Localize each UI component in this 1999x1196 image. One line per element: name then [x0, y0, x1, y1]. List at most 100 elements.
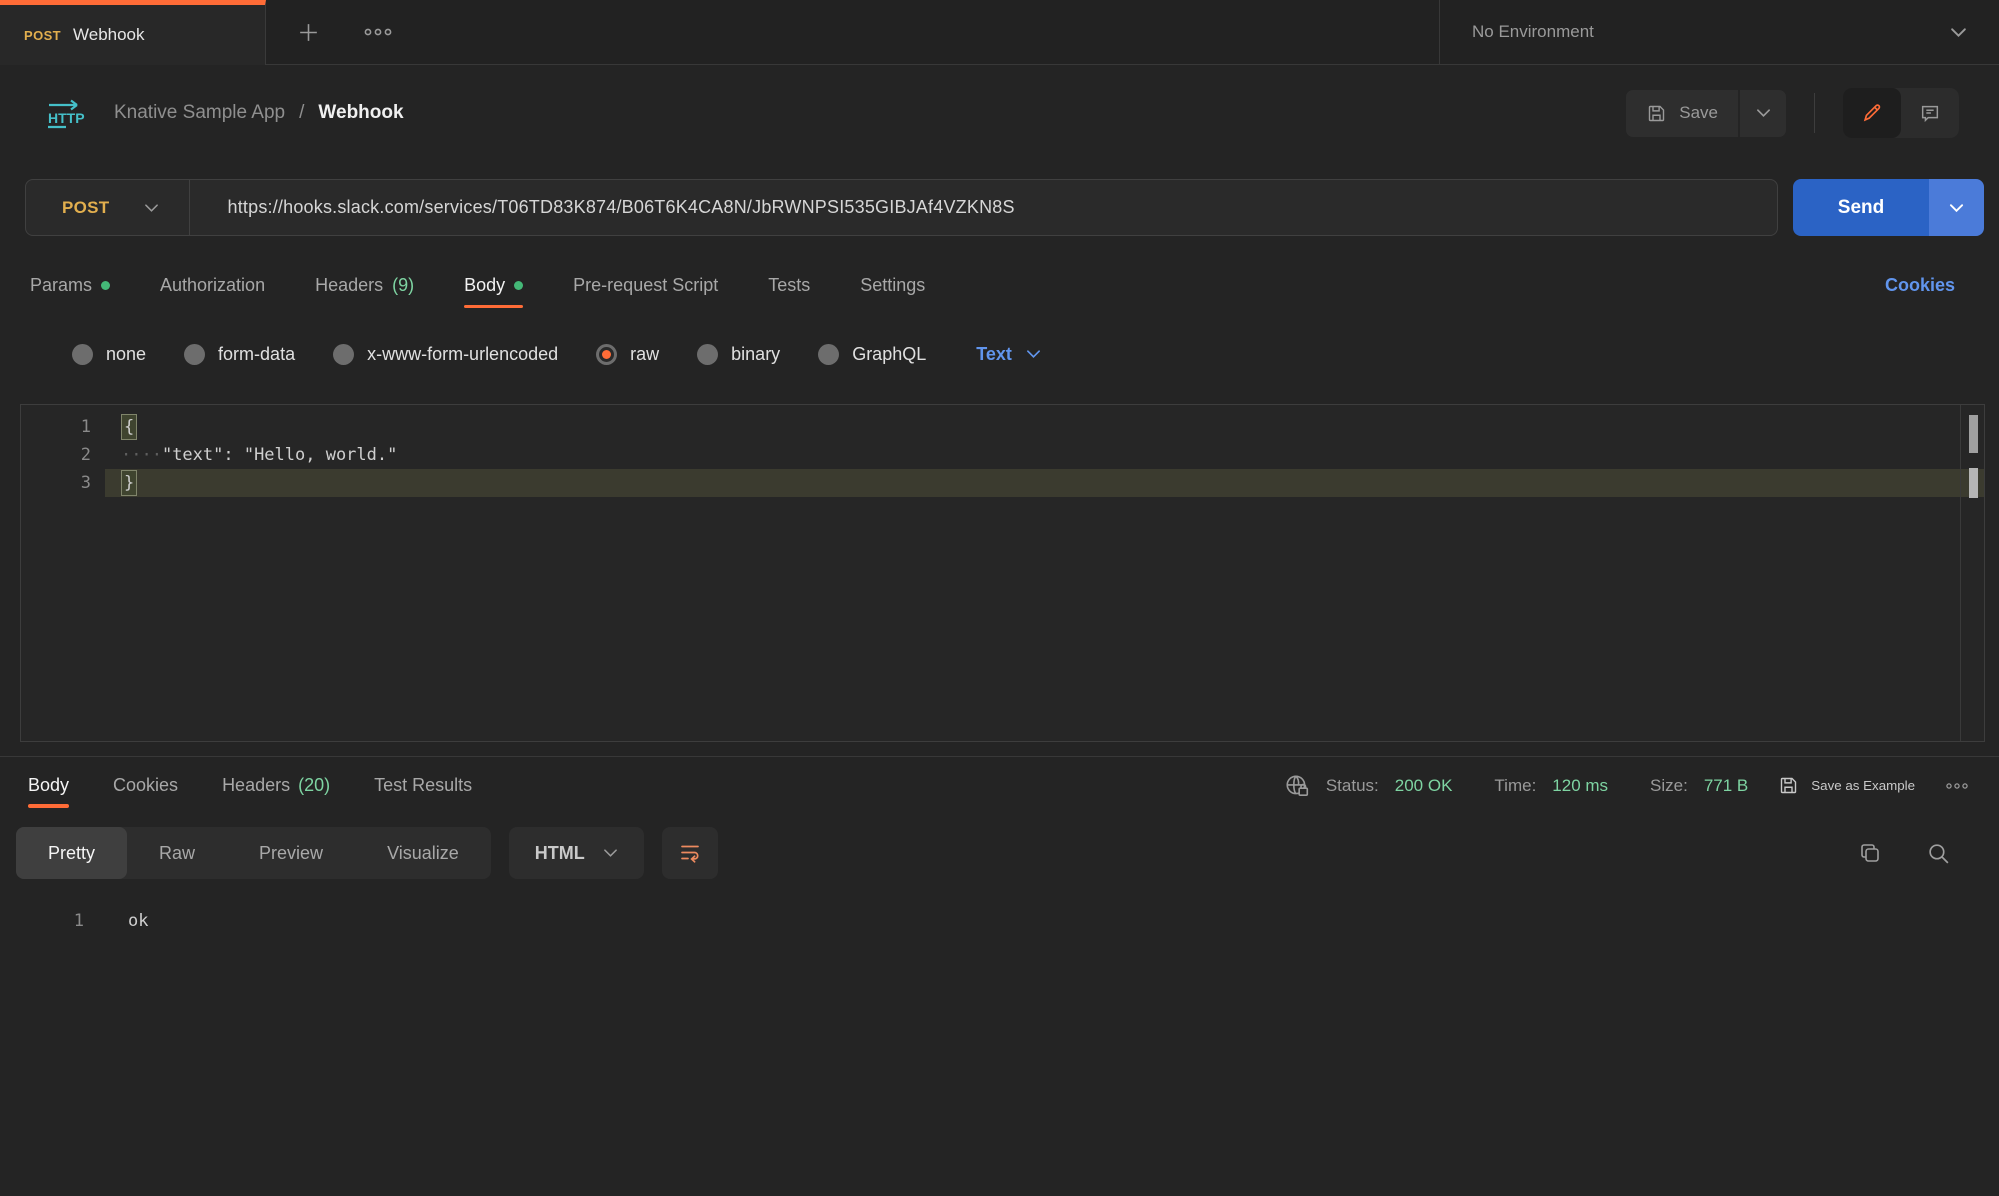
- request-tab-active[interactable]: POST Webhook: [0, 0, 266, 65]
- tab-headers[interactable]: Headers (9): [315, 262, 414, 308]
- editor-line[interactable]: 1 {: [21, 413, 1984, 441]
- line-content: {: [105, 413, 1984, 441]
- send-button[interactable]: Send: [1793, 179, 1929, 236]
- language-selector[interactable]: Text: [976, 344, 1041, 365]
- response-tools: [1858, 841, 1951, 866]
- wrap-lines-button[interactable]: [662, 827, 718, 879]
- chevron-down-icon: [144, 203, 159, 213]
- chevron-down-icon: [1950, 27, 1967, 38]
- save-icon: [1646, 103, 1667, 124]
- new-tab-button[interactable]: [296, 20, 321, 45]
- search-icon: [1926, 841, 1951, 866]
- search-response-button[interactable]: [1926, 841, 1951, 866]
- chevron-down-icon: [1949, 203, 1964, 213]
- radio-circle: [697, 344, 718, 365]
- time-label: Time:: [1494, 776, 1536, 796]
- bracket-match: {: [121, 414, 137, 440]
- more-options-icon: [1945, 782, 1969, 790]
- response-view-controls: Pretty Raw Preview Visualize HTML: [16, 827, 718, 879]
- scrollbar-mark: [1969, 468, 1978, 498]
- save-button[interactable]: Save: [1626, 90, 1738, 137]
- header-actions: Save: [1626, 88, 1959, 138]
- environment-selector[interactable]: No Environment: [1439, 0, 1999, 65]
- response-body-viewer[interactable]: 1 ok: [0, 879, 1999, 935]
- wrap-text-icon: [678, 841, 702, 865]
- save-options-button[interactable]: [1740, 90, 1786, 137]
- line-number: 1: [0, 907, 84, 935]
- edit-documentation-button[interactable]: [1843, 88, 1901, 138]
- line-number: 1: [21, 413, 91, 441]
- whitespace-dots: ····: [121, 445, 162, 465]
- save-label: Save: [1679, 103, 1718, 123]
- response-toolbar: Pretty Raw Preview Visualize HTML: [0, 827, 1999, 879]
- tab-bar: POST Webhook No Environment: [0, 0, 1999, 65]
- comment-icon: [1919, 102, 1941, 124]
- format-selector[interactable]: HTML: [509, 827, 644, 879]
- radio-raw[interactable]: raw: [596, 344, 659, 365]
- method-selector[interactable]: POST: [26, 180, 189, 235]
- response-headers-count: (20): [298, 775, 330, 796]
- size-value: 771 B: [1704, 776, 1748, 796]
- save-as-example-button[interactable]: Save as Example: [1778, 775, 1915, 796]
- radio-circle: [72, 344, 93, 365]
- pencil-icon: [1861, 102, 1883, 124]
- request-tabs: Params Authorization Headers (9) Body Pr…: [30, 262, 925, 308]
- radio-graphql[interactable]: GraphQL: [818, 344, 926, 365]
- svg-text:HTTP: HTTP: [48, 110, 85, 126]
- response-options-button[interactable]: [1945, 782, 1969, 790]
- tab-authorization[interactable]: Authorization: [160, 262, 265, 308]
- radio-circle: [184, 344, 205, 365]
- save-icon: [1778, 775, 1799, 796]
- editor-line[interactable]: 2 ····"text": "Hello, world.": [21, 441, 1984, 469]
- line-content: ····"text": "Hello, world.": [105, 441, 1984, 469]
- tab-options-button[interactable]: [363, 27, 393, 37]
- radio-binary[interactable]: binary: [697, 344, 780, 365]
- more-options-icon: [363, 27, 393, 37]
- view-raw[interactable]: Raw: [127, 827, 227, 879]
- url-input[interactable]: https://hooks.slack.com/services/T06TD83…: [190, 197, 1015, 218]
- tab-settings[interactable]: Settings: [860, 262, 925, 308]
- tab-method-badge: POST: [24, 28, 61, 43]
- tab-body[interactable]: Body: [464, 262, 523, 308]
- body-indicator-dot: [514, 281, 523, 290]
- send-options-button[interactable]: [1929, 179, 1984, 236]
- breadcrumb-request-name: Webhook: [318, 102, 403, 124]
- breadcrumb-collection[interactable]: Knative Sample App: [114, 102, 285, 124]
- tab-title: Webhook: [73, 25, 145, 45]
- editor-line-current[interactable]: 3 }: [21, 469, 1984, 497]
- radio-x-www-form-urlencoded[interactable]: x-www-form-urlencoded: [333, 344, 558, 365]
- view-pretty[interactable]: Pretty: [16, 827, 127, 879]
- response-tab-cookies[interactable]: Cookies: [113, 757, 178, 814]
- view-preview[interactable]: Preview: [227, 827, 355, 879]
- view-visualize[interactable]: Visualize: [355, 827, 491, 879]
- tab-tests[interactable]: Tests: [768, 262, 810, 308]
- request-body-editor[interactable]: 1 { 2 ····"text": "Hello, world." 3 }: [20, 404, 1985, 742]
- radio-none[interactable]: none: [72, 344, 146, 365]
- radio-circle: [818, 344, 839, 365]
- breadcrumb: HTTP Knative Sample App / Webhook: [44, 97, 404, 129]
- cookies-link[interactable]: Cookies: [1885, 275, 1955, 296]
- response-tab-test-results[interactable]: Test Results: [374, 757, 472, 814]
- size-label: Size:: [1650, 776, 1688, 796]
- http-request-icon: HTTP: [44, 97, 88, 129]
- bracket-match: }: [121, 470, 137, 496]
- response-tabs: Body Cookies Headers (20) Test Results: [28, 757, 472, 814]
- plus-icon: [296, 20, 321, 45]
- comments-button[interactable]: [1901, 88, 1959, 138]
- tab-params[interactable]: Params: [30, 262, 110, 308]
- copy-response-button[interactable]: [1858, 841, 1882, 865]
- scrollbar-mark: [1969, 415, 1978, 453]
- tab-strip: [266, 0, 1439, 65]
- response-tab-headers[interactable]: Headers (20): [222, 757, 330, 814]
- network-globe-icon[interactable]: [1284, 773, 1310, 799]
- radio-form-data[interactable]: form-data: [184, 344, 295, 365]
- tab-pre-request-script[interactable]: Pre-request Script: [573, 262, 718, 308]
- headers-count: (9): [392, 275, 414, 296]
- request-url-row: POST https://hooks.slack.com/services/T0…: [25, 179, 1984, 236]
- status-value: 200 OK: [1395, 776, 1453, 796]
- editor-scrollbar[interactable]: [1960, 405, 1984, 741]
- copy-icon: [1858, 841, 1882, 865]
- request-header-row: HTTP Knative Sample App / Webhook Save: [0, 65, 1999, 161]
- status-label: Status:: [1326, 776, 1379, 796]
- response-tab-body[interactable]: Body: [28, 757, 69, 814]
